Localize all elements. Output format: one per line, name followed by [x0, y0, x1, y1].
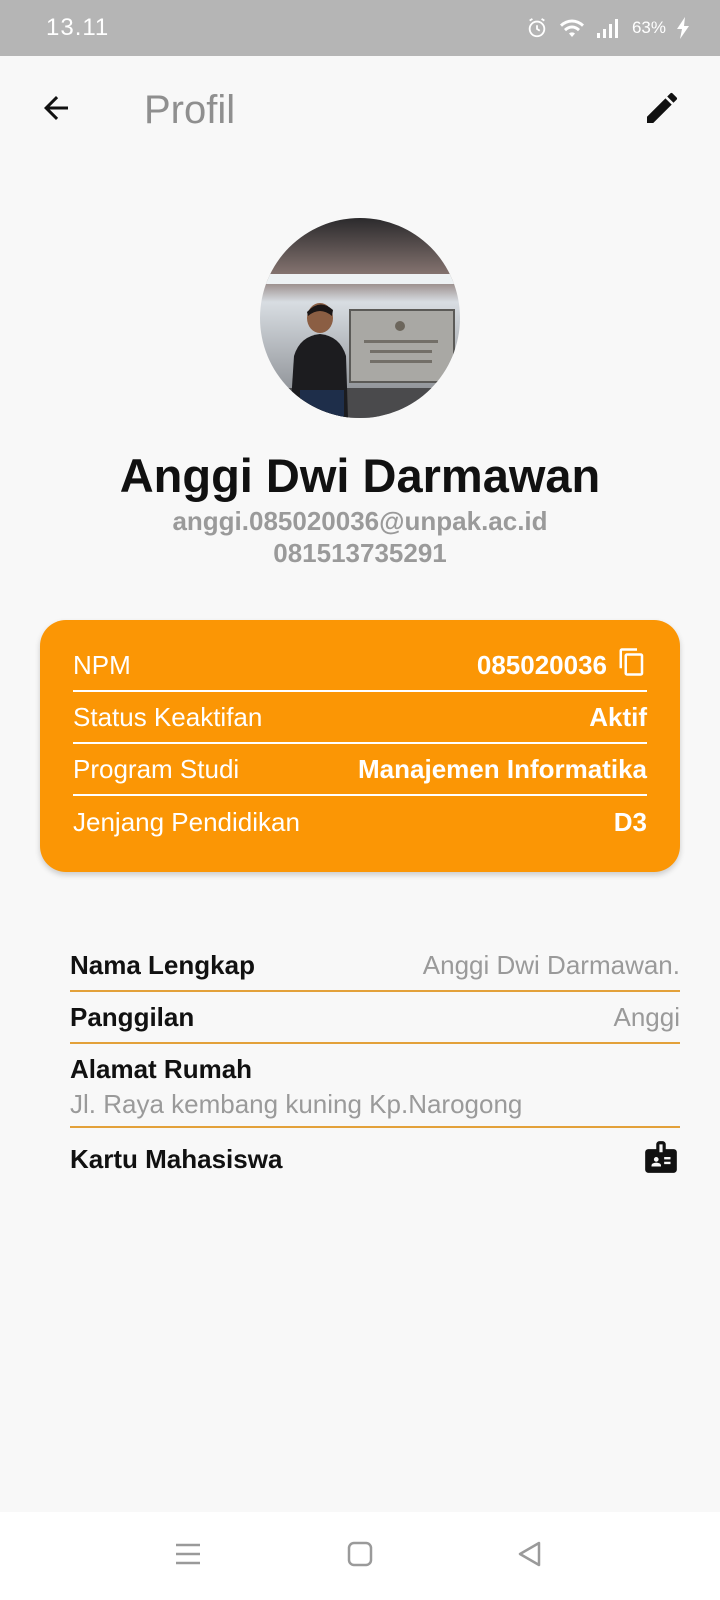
detail-student-card[interactable]: Kartu Mahasiswa	[70, 1128, 680, 1190]
address-value: Jl. Raya kembang kuning Kp.Narogong	[70, 1089, 523, 1119]
app-bar: Profil	[0, 56, 720, 168]
detail-address: Alamat Rumah Jl. Raya kembang kuning Kp.…	[70, 1044, 680, 1128]
charging-icon	[676, 17, 690, 39]
status-value: Aktif	[589, 701, 647, 732]
card-row-program: Program Studi Manajemen Informatika	[73, 744, 647, 796]
detail-full-name: Nama Lengkap Anggi Dwi Darmawan.	[70, 940, 680, 992]
card-row-status: Status Keaktifan Aktif	[73, 692, 647, 744]
nickname-label: Panggilan	[70, 1001, 195, 1032]
npm-value: 085020036	[476, 649, 607, 680]
copy-npm-button[interactable]	[617, 647, 647, 684]
back-button[interactable]	[34, 88, 78, 132]
recent-apps-button[interactable]	[166, 1534, 210, 1578]
profile-email: anggi.085020036@unpak.ac.id	[172, 506, 548, 536]
detail-nickname: Panggilan Anggi	[70, 992, 680, 1044]
profile-phone: 081513735291	[273, 538, 447, 568]
battery-percent: 63%	[631, 18, 666, 37]
address-label: Alamat Rumah	[70, 1054, 253, 1084]
copy-icon	[617, 647, 647, 684]
level-value: D3	[613, 806, 647, 837]
page-title: Profil	[144, 88, 236, 132]
home-icon	[346, 1540, 374, 1573]
avatar[interactable]	[260, 218, 460, 418]
arrow-back-icon	[38, 90, 74, 131]
student-card-label: Kartu Mahasiswa	[70, 1143, 283, 1174]
wifi-icon	[558, 17, 586, 39]
profile-name: Anggi Dwi Darmawan	[119, 449, 601, 502]
program-value: Manajemen Informatika	[358, 753, 647, 784]
menu-icon	[173, 1541, 203, 1572]
edit-button[interactable]	[640, 88, 684, 132]
level-label: Jenjang Pendidikan	[73, 806, 300, 837]
npm-value-group: 085020036	[477, 647, 647, 684]
program-label: Program Studi	[73, 753, 240, 784]
status-label: Status Keaktifan	[73, 701, 263, 732]
back-triangle-icon	[515, 1539, 545, 1574]
student-card-button[interactable]	[642, 1138, 680, 1181]
alarm-icon	[526, 17, 548, 39]
system-back-button[interactable]	[508, 1534, 552, 1578]
npm-label: NPM	[73, 649, 131, 680]
id-card-icon	[642, 1138, 680, 1181]
home-button[interactable]	[338, 1534, 382, 1578]
nickname-value: Anggi	[613, 1001, 681, 1032]
card-row-npm: NPM 085020036	[73, 640, 647, 692]
system-nav-bar	[0, 1512, 720, 1600]
card-row-level: Jenjang Pendidikan D3	[73, 796, 647, 848]
pencil-icon	[642, 88, 682, 133]
signal-icon	[596, 17, 622, 39]
student-info-card: NPM 085020036 Status Keaktifan Aktif Pro…	[40, 620, 680, 872]
status-bar: 13.11 63%	[0, 0, 720, 56]
full-name-label: Nama Lengkap	[70, 949, 255, 980]
status-time: 13.11	[46, 14, 110, 41]
full-name-value: Anggi Dwi Darmawan.	[422, 949, 680, 980]
personal-details: Nama Lengkap Anggi Dwi Darmawan. Panggil…	[70, 940, 680, 1190]
status-icons: 63%	[526, 17, 690, 39]
